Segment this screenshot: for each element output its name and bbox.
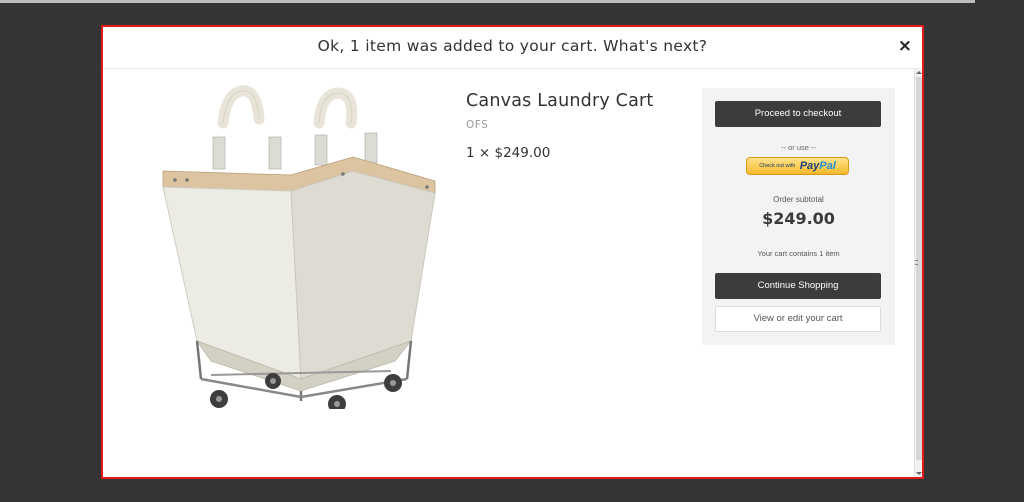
paypal-logo-icon: PayPal	[800, 160, 836, 172]
modal-scrollbar[interactable]	[914, 69, 922, 477]
page-top-bar	[0, 0, 975, 3]
continue-shopping-button[interactable]: Continue Shopping	[715, 273, 881, 299]
add-to-cart-modal: Ok, 1 item was added to your cart. What'…	[101, 25, 924, 479]
cart-summary-panel: Proceed to checkout -- or use -- Check o…	[702, 88, 895, 345]
scroll-thumb[interactable]	[916, 77, 922, 460]
close-icon[interactable]: ×	[898, 36, 912, 56]
view-edit-cart-button[interactable]: View or edit your cart	[715, 306, 881, 332]
order-subtotal-label: Order subtotal	[773, 195, 824, 204]
product-info: Canvas Laundry Cart OFS 1 × $249.00	[466, 91, 686, 161]
paypal-prefix-text: Check out with	[759, 163, 796, 169]
product-name[interactable]: Canvas Laundry Cart	[466, 91, 686, 111]
modal-title: Ok, 1 item was added to your cart. What'…	[317, 37, 708, 55]
page-scroll-grip-icon	[915, 260, 918, 265]
paypal-checkout-button[interactable]: Check out with PayPal	[746, 157, 849, 175]
paypal-logo-pal: Pal	[819, 160, 836, 172]
product-qty-price: 1 × $249.00	[466, 145, 551, 161]
scroll-down-arrow-icon[interactable]	[916, 472, 922, 475]
or-use-divider: -- or use --	[780, 143, 816, 152]
cart-item-count: Your cart contains 1 item	[757, 249, 840, 258]
laundry-cart-image	[162, 85, 436, 409]
paypal-logo-pay: Pay	[799, 160, 820, 172]
product-vendor: OFS	[466, 119, 489, 131]
modal-header: Ok, 1 item was added to your cart. What'…	[103, 27, 922, 69]
proceed-to-checkout-button[interactable]: Proceed to checkout	[715, 101, 881, 127]
order-subtotal-value: $249.00	[762, 209, 835, 228]
scroll-up-arrow-icon[interactable]	[916, 71, 922, 74]
